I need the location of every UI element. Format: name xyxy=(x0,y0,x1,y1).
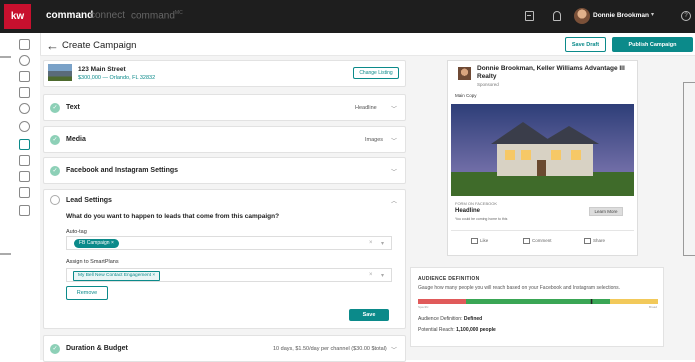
potential-reach-row: Potential Reach: 1,100,000 people xyxy=(418,327,496,333)
audience-definition-value: Defined xyxy=(463,316,483,322)
nav-connect[interactable]: connect xyxy=(90,10,125,21)
preview-avatar xyxy=(458,67,471,80)
section-text[interactable] xyxy=(43,94,406,121)
back-arrow-icon[interactable]: ← xyxy=(46,38,59,53)
user-avatar[interactable] xyxy=(574,8,590,24)
section-text-summary: Headline xyxy=(355,105,377,111)
library-icon[interactable] xyxy=(19,205,30,216)
gauge-broad-label: Broad xyxy=(649,305,658,309)
clear-icon[interactable]: × xyxy=(369,272,373,278)
clear-icon[interactable]: × xyxy=(369,240,373,246)
check-icon: ✓ xyxy=(50,135,60,145)
bell-icon[interactable] xyxy=(553,11,561,21)
chevron-down-icon[interactable]: ﹀ xyxy=(391,345,397,354)
audience-definition-label: Audience Definition: xyxy=(418,316,463,322)
smartplans-label: Assign to SmartPlans xyxy=(66,259,119,265)
chevron-up-icon[interactable]: ︿ xyxy=(391,196,397,205)
comment-label: Comment xyxy=(532,238,552,244)
chevron-down-icon[interactable]: ﹀ xyxy=(391,136,397,145)
audience-definition-row: Audience Definition: Defined xyxy=(418,316,482,322)
check-icon: ✓ xyxy=(50,166,60,176)
chevron-down-icon[interactable]: ▾ xyxy=(381,272,384,279)
gauge-specific-label: Specific xyxy=(418,305,429,309)
chevron-down-icon[interactable]: ▾ xyxy=(381,240,384,247)
audience-gauge xyxy=(418,299,658,304)
audience-gauge-marker xyxy=(590,299,593,304)
autotag-label: Auto-tag xyxy=(66,229,87,235)
lead-question: What do you want to happen to leads that… xyxy=(66,213,280,220)
rail-divider xyxy=(0,56,11,58)
section-duration-summary: 10 days, $1.50/day per channel ($30.00 $… xyxy=(273,346,387,352)
preview-like: Like xyxy=(471,238,488,244)
designs-icon[interactable] xyxy=(19,171,30,182)
preview-form-label: FORM ON FACEBOOK xyxy=(455,201,498,206)
nav-command[interactable]: command xyxy=(46,10,93,21)
preview-sponsored: Sponsored xyxy=(477,82,499,87)
share-label: Share xyxy=(593,238,606,244)
preview-page-name: Donnie Brookman, Keller Williams Advanta… xyxy=(477,65,625,80)
rail-divider xyxy=(0,253,11,255)
like-icon xyxy=(471,238,478,244)
section-media[interactable] xyxy=(43,126,406,153)
website-icon[interactable] xyxy=(19,187,30,198)
section-media-title: Media xyxy=(66,136,86,143)
fb-campaign-chip[interactable]: FB Campaign × xyxy=(74,239,119,248)
preview-main-copy: Main Copy xyxy=(455,93,477,98)
publish-campaign-button[interactable]: Publish Campaign xyxy=(612,37,693,52)
change-listing-button[interactable]: Change Listing xyxy=(353,67,399,79)
nav-mc-superscript: MC xyxy=(174,10,183,16)
check-icon: ✓ xyxy=(50,344,60,354)
preview-comment: Comment xyxy=(523,238,552,244)
marketplace-icon[interactable] xyxy=(525,11,534,21)
audience-title: AUDIENCE DEFINITION xyxy=(418,276,480,282)
section-lead-title: Lead Settings xyxy=(66,197,112,204)
page-title: Create Campaign xyxy=(62,40,137,51)
opportunities-icon[interactable] xyxy=(19,71,30,82)
preview-headline: Headline xyxy=(455,208,481,214)
chevron-down-icon[interactable]: ﹀ xyxy=(391,167,397,176)
user-name[interactable]: Donnie Brookman xyxy=(593,12,649,19)
nav-command-mc[interactable]: commandMC xyxy=(131,10,183,21)
section-media-summary: Images xyxy=(365,137,384,143)
save-draft-button[interactable]: Save Draft xyxy=(565,37,606,52)
listing-address: 123 Main Street xyxy=(78,66,126,73)
learn-more-button: Learn More xyxy=(589,207,623,216)
contacts-icon[interactable] xyxy=(19,55,30,66)
section-duration-title: Duration & Budget xyxy=(66,345,128,352)
lead-status-radio xyxy=(50,195,60,205)
chevron-down-icon[interactable]: ﹀ xyxy=(391,104,397,113)
tasks-icon[interactable] xyxy=(19,87,30,98)
like-label: Like xyxy=(480,238,489,244)
preview-divider xyxy=(451,230,634,231)
section-fb-title: Facebook and Instagram Settings xyxy=(66,167,179,174)
check-icon: ✓ xyxy=(50,103,60,113)
nav-command-mc-label: command xyxy=(131,10,175,22)
remove-button[interactable]: Remove xyxy=(66,286,108,300)
decorative-bracket xyxy=(683,82,695,256)
help-icon[interactable]: ? xyxy=(681,11,691,21)
potential-reach-value: 1,100,000 people xyxy=(456,327,496,333)
tag-icon[interactable] xyxy=(19,121,30,132)
smartplan-chip[interactable]: My Bell New Contact Engagement × xyxy=(73,271,161,281)
share-icon xyxy=(584,238,591,244)
home-icon[interactable] xyxy=(19,39,30,50)
preview-description: You could be coming home to this xyxy=(455,217,508,221)
audience-description: Gauge how many people you will reach bas… xyxy=(418,285,621,291)
megaphone-icon[interactable] xyxy=(19,139,30,150)
insights-icon[interactable] xyxy=(19,155,30,166)
listing-card xyxy=(43,60,406,87)
preview-share: Share xyxy=(584,238,605,244)
listing-price-location: $300,000 — Orlando, FL 32832 xyxy=(78,75,156,81)
preview-house-image xyxy=(451,104,634,196)
comment-icon xyxy=(523,238,530,244)
section-text-title: Text xyxy=(66,104,80,111)
chevron-down-icon[interactable]: ▾ xyxy=(651,11,654,18)
potential-reach-label: Potential Reach: xyxy=(418,327,455,333)
save-button[interactable]: Save xyxy=(349,309,389,321)
location-icon[interactable] xyxy=(19,103,30,114)
kw-logo[interactable]: kw xyxy=(4,4,31,29)
listing-photo xyxy=(48,64,72,81)
